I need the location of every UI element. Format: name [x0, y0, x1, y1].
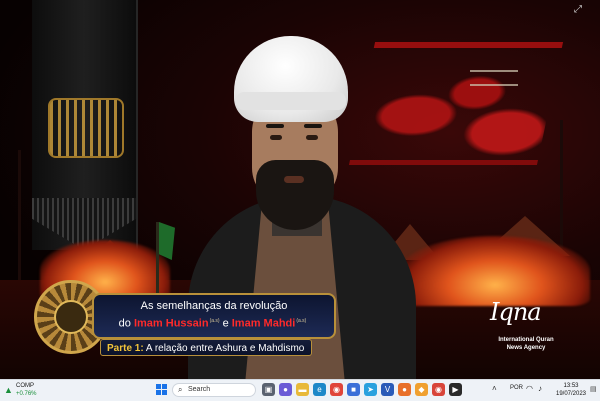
clock-time: 13:53 — [563, 383, 579, 389]
logo-subtitle: International Quran — [498, 337, 554, 343]
title-line2: do Imam Hussain(a.s) e Imam Mahdi(a.s) — [94, 315, 334, 331]
red-calligraphy — [348, 42, 564, 165]
maximize-icon[interactable]: ⤢ — [574, 5, 584, 15]
logo-subtitle: News Agency — [506, 345, 546, 351]
clock-date: 19/07/2023 — [555, 391, 587, 397]
folder-icon[interactable]: ▬ — [296, 383, 309, 396]
title-prefix: do — [118, 317, 131, 330]
part-subtitle: Parte 1: A relação entre Ashura e Mahdis… — [100, 339, 312, 356]
task-view-icon[interactable]: ▣ — [262, 383, 275, 396]
trend-up-icon: ▲ — [4, 385, 13, 395]
lower-third-title: As semelhanças da revolução do Imam Huss… — [92, 293, 336, 339]
edge-icon[interactable]: e — [313, 383, 326, 396]
fire — [400, 236, 590, 306]
chrome-icon[interactable]: ◉ — [432, 383, 445, 396]
windows-start-icon[interactable] — [156, 384, 168, 396]
white-calligraphy — [470, 70, 518, 86]
eyebrow — [266, 124, 284, 128]
name-imam-mahdi: Imam Mahdi — [231, 317, 296, 330]
store-icon[interactable]: ■ — [347, 383, 360, 396]
video-frame: As semelhanças da revolução do Imam Huss… — [0, 0, 600, 379]
search-placeholder: Search — [188, 386, 211, 393]
taskbar-search[interactable]: ⌕ Search — [172, 383, 256, 397]
chrome-icon[interactable]: ◉ — [330, 383, 343, 396]
language-indicator[interactable]: POR — [510, 385, 523, 391]
chevron-up-icon[interactable]: ˄ — [492, 384, 497, 393]
volume-icon[interactable]: ♪ — [538, 384, 542, 393]
turban-band — [236, 92, 346, 110]
stock-change: +0.76% — [16, 391, 37, 397]
title-line1: As semelhanças da revolução — [140, 300, 288, 312]
medallion-center — [54, 300, 88, 334]
part-text: A relação entre Ashura e Mahdismo — [145, 343, 305, 354]
notification-icon[interactable]: ▤ — [590, 385, 597, 393]
taskbar-clock[interactable]: 13:53 19/07/2023 — [554, 382, 588, 398]
name-imam-hussain: Imam Hussain — [133, 317, 209, 330]
chat-icon[interactable]: ● — [279, 383, 292, 396]
green-flag — [159, 222, 175, 260]
honorific: (a.s) — [209, 318, 220, 324]
taskbar: ▲ COMP +0.76% ⌕ Search ▣ ● ▬ e ◉ ■ ➤ V ●… — [0, 379, 600, 401]
app-icon[interactable]: ◆ — [415, 383, 428, 396]
honorific: (a.s) — [296, 318, 307, 324]
tree-left — [18, 150, 21, 280]
title-connector: e — [222, 317, 229, 330]
telegram-icon[interactable]: ➤ — [364, 383, 377, 396]
search-icon: ⌕ — [178, 385, 183, 394]
speaker-mouth — [284, 176, 304, 183]
stock-widget[interactable]: ▲ COMP +0.76% — [4, 382, 48, 399]
play-icon[interactable]: ▶ — [449, 383, 462, 396]
firefox-icon[interactable]: ● — [398, 383, 411, 396]
eye — [270, 135, 282, 140]
part-label: Parte 1: — [107, 343, 144, 354]
iqna-logo: Iqna — [490, 298, 542, 326]
eye — [306, 135, 318, 140]
wifi-icon[interactable]: ◠ — [526, 384, 533, 393]
eyebrow — [304, 124, 322, 128]
calligraphy-emblem — [48, 98, 124, 158]
vpn-icon[interactable]: V — [381, 383, 394, 396]
stock-ticker: COMP — [16, 383, 34, 389]
